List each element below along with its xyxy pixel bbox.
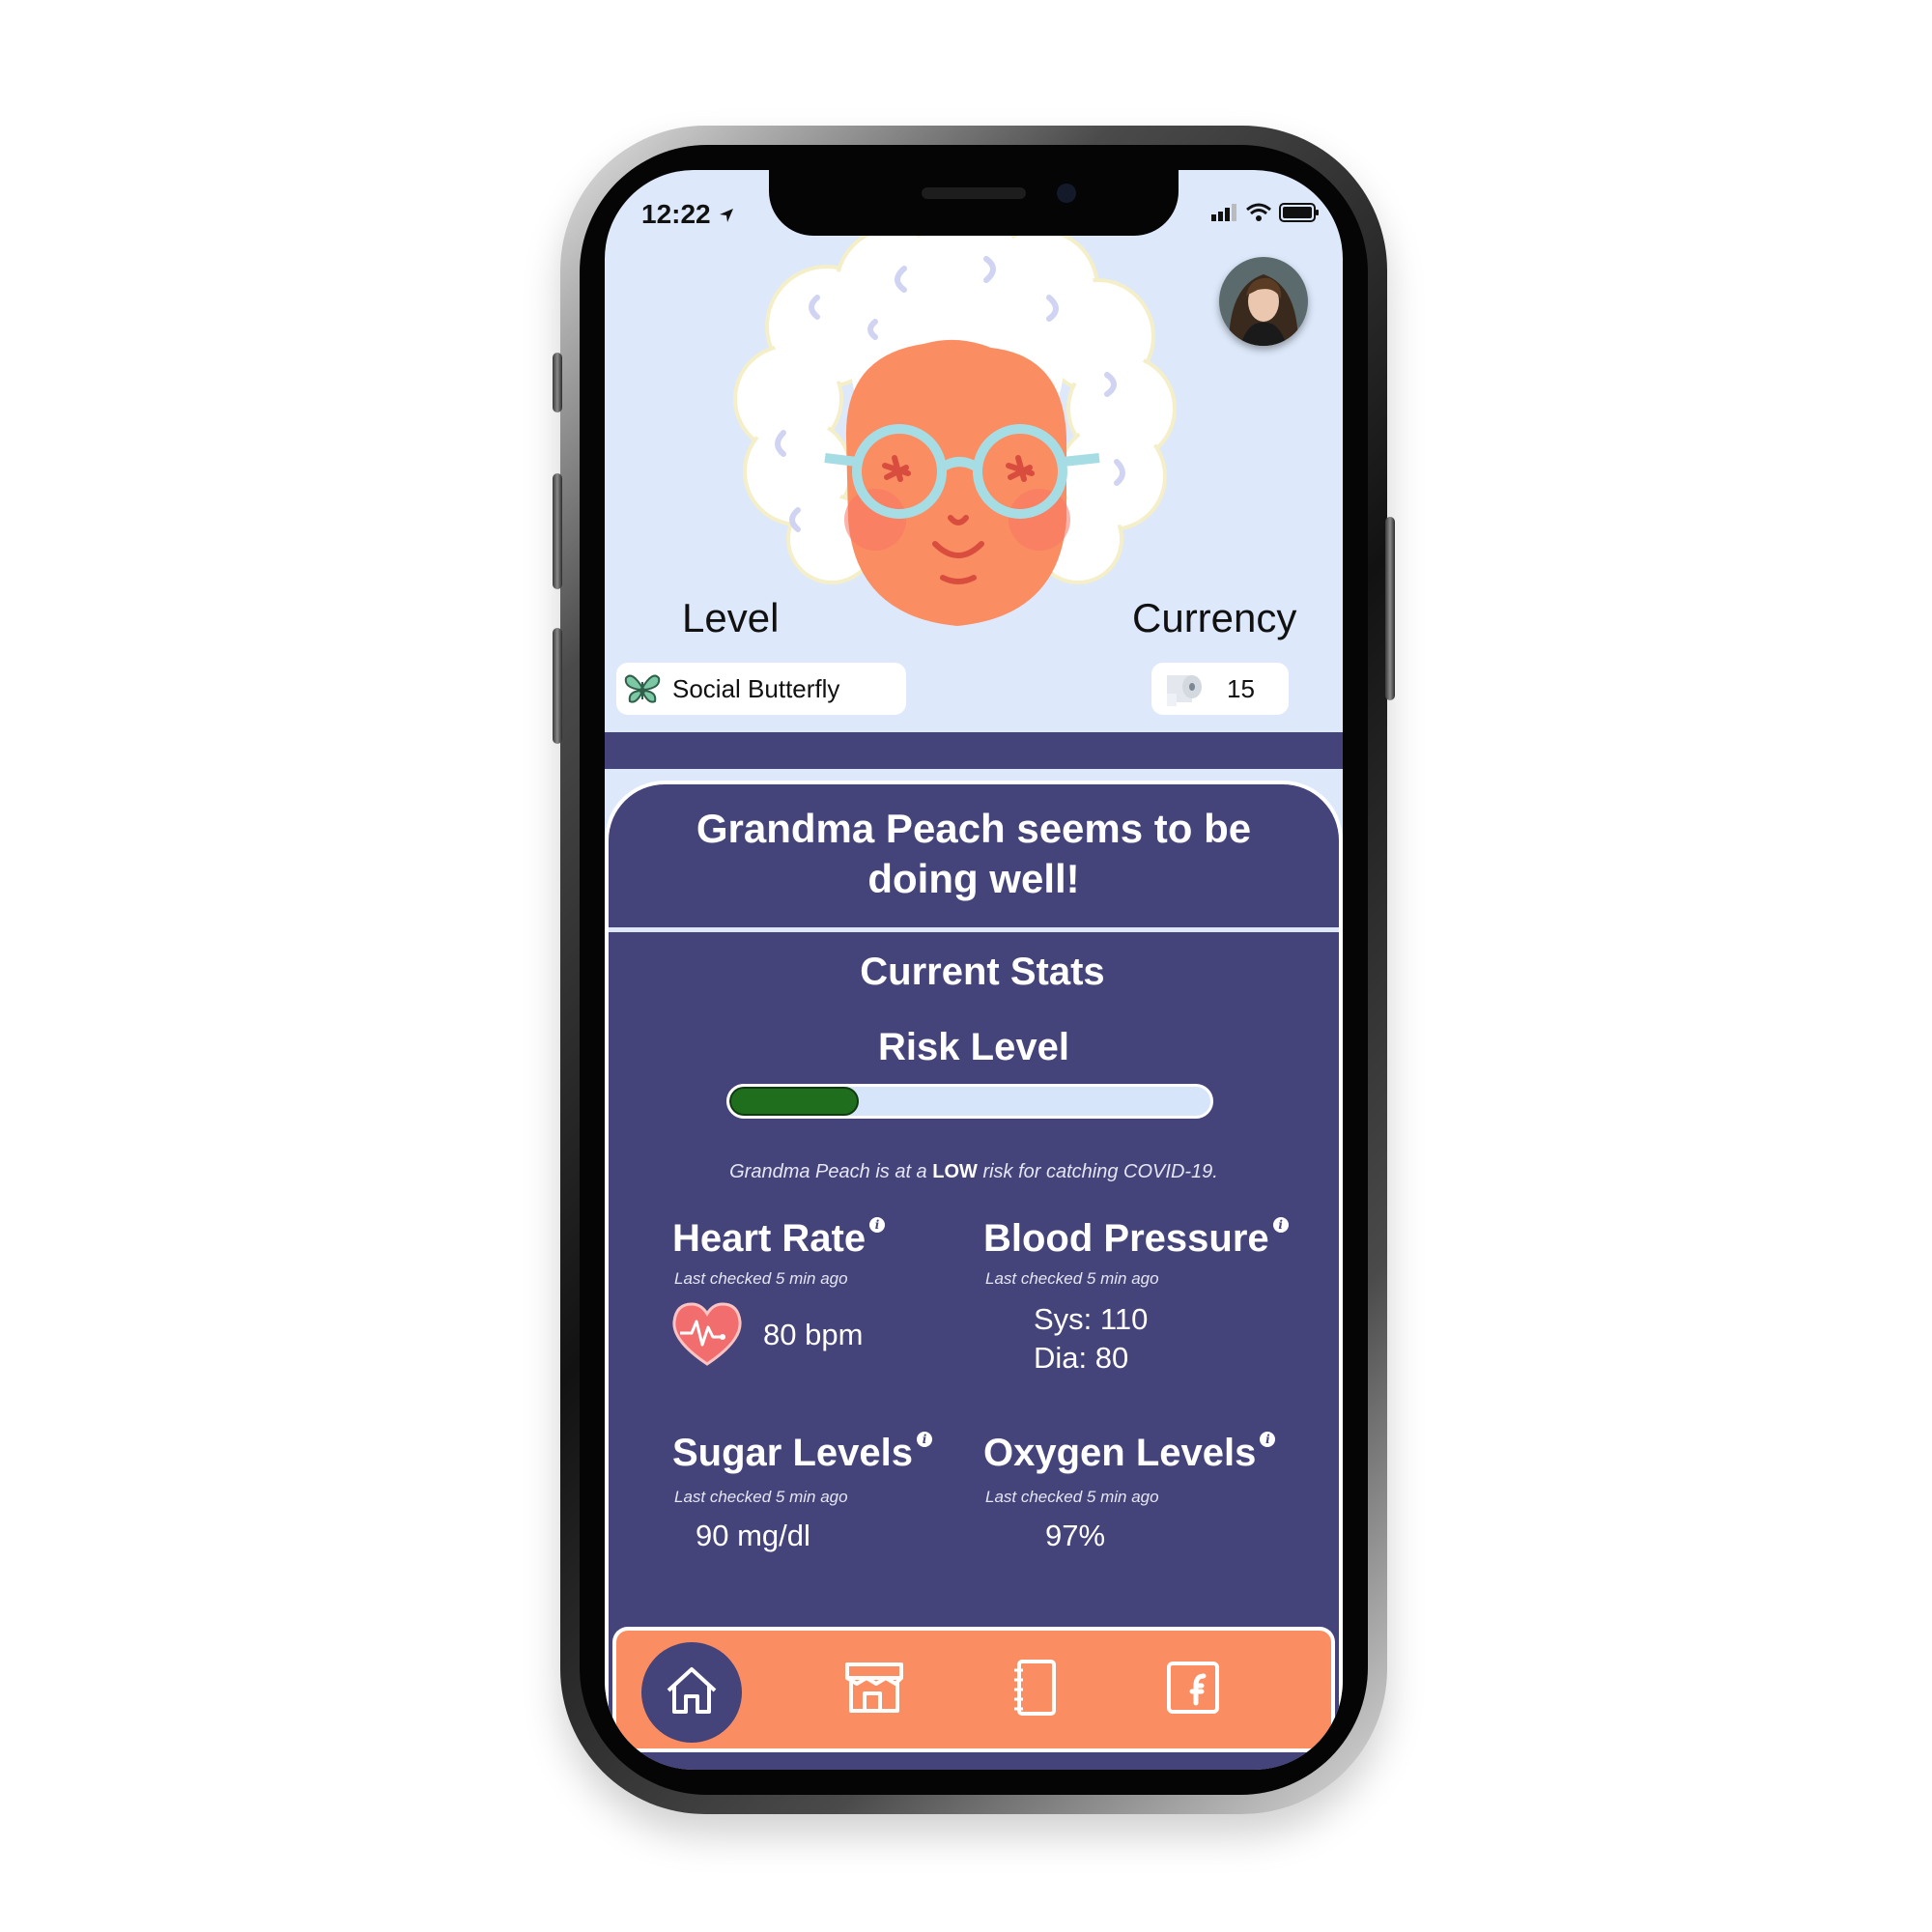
silent-switch	[553, 353, 562, 412]
status-headline: Grandma Peach seems to be doing well!	[609, 804, 1339, 904]
heart-rate-title: Heart Rate i	[672, 1217, 886, 1261]
status-time-text: 12:22	[641, 199, 711, 229]
location-arrow-icon	[718, 199, 735, 229]
level-label: Level	[682, 595, 780, 640]
volume-up-button	[553, 473, 562, 589]
heart-rate-title-text: Heart Rate	[672, 1217, 867, 1260]
signal-icon	[1211, 204, 1238, 226]
headline-line-2: doing well!	[867, 856, 1080, 901]
currency-value: 15	[1227, 673, 1255, 703]
blood-pressure-last-checked: Last checked 5 min ago	[985, 1269, 1159, 1288]
toilet-paper-icon	[1163, 670, 1204, 707]
volume-down-button	[553, 628, 562, 744]
status-indicators	[1211, 203, 1320, 227]
facebook-icon	[1166, 1661, 1220, 1719]
sugar-levels-last-checked: Last checked 5 min ago	[674, 1488, 848, 1506]
currency-label: Currency	[1132, 595, 1297, 640]
risk-text-before: Grandma Peach is at a	[729, 1161, 933, 1182]
blood-pressure-dia: Dia: 80	[1034, 1341, 1129, 1375]
power-button	[1385, 517, 1395, 700]
app-screen: 12:22 Level Currency Social Butterfly 15…	[605, 170, 1343, 1770]
nav-store-button[interactable]	[840, 1656, 908, 1723]
sugar-levels-title: Sugar Levels i	[672, 1432, 933, 1475]
heart-rate-last-checked: Last checked 5 min ago	[674, 1269, 848, 1288]
oxygen-levels-title: Oxygen Levels i	[983, 1432, 1276, 1475]
butterfly-icon	[624, 672, 661, 705]
level-name: Social Butterfly	[672, 673, 840, 703]
risk-level-fill	[729, 1087, 860, 1116]
nav-home-button[interactable]	[641, 1642, 742, 1743]
risk-level-bar	[726, 1084, 1213, 1119]
oxygen-levels-value: 97%	[1045, 1519, 1106, 1552]
nav-bottom-band	[605, 1752, 1343, 1770]
blood-pressure-sys: Sys: 110	[1034, 1302, 1149, 1336]
risk-text-after: risk for catching COVID-19.	[977, 1161, 1218, 1182]
speaker-grille	[922, 187, 1026, 199]
blood-pressure-title: Blood Pressure i	[983, 1217, 1289, 1261]
nav-facebook-button[interactable]	[1159, 1656, 1227, 1723]
user-avatar[interactable]	[1219, 257, 1308, 346]
notch	[769, 170, 1179, 236]
risk-level-title: Risk Level	[878, 1026, 1069, 1068]
store-icon	[843, 1661, 905, 1719]
risk-description: Grandma Peach is at a LOW risk for catch…	[609, 1161, 1339, 1183]
heart-rate-value: 80 bpm	[763, 1318, 864, 1351]
nav-notebook-button[interactable]	[1001, 1656, 1068, 1723]
battery-icon	[1279, 203, 1320, 227]
sugar-levels-title-text: Sugar Levels	[672, 1432, 914, 1474]
heart-pulse-icon	[670, 1302, 744, 1371]
currency-badge[interactable]: 15	[1151, 663, 1289, 715]
oxygen-levels-title-text: Oxygen Levels	[983, 1432, 1257, 1474]
header-band	[605, 732, 1343, 769]
blood-pressure-title-text: Blood Pressure	[983, 1217, 1269, 1260]
oxygen-levels-last-checked: Last checked 5 min ago	[985, 1488, 1159, 1506]
oxygen-levels-info-icon[interactable]: i	[1260, 1432, 1276, 1447]
headline-line-1: Grandma Peach seems to be	[696, 806, 1252, 851]
headline-divider	[609, 927, 1339, 932]
notebook-icon	[1011, 1659, 1058, 1721]
level-badge[interactable]: Social Butterfly	[616, 663, 906, 715]
sugar-levels-value: 90 mg/dl	[696, 1519, 810, 1552]
stats-panel: Grandma Peach seems to be doing well! Cu…	[609, 784, 1339, 1770]
current-stats-title: Current Stats	[860, 951, 1105, 993]
grandma-peach-illustration	[733, 230, 1177, 626]
heart-rate-info-icon[interactable]: i	[869, 1217, 886, 1233]
home-icon	[665, 1665, 719, 1720]
blood-pressure-info-icon[interactable]: i	[1272, 1217, 1289, 1233]
sugar-levels-info-icon[interactable]: i	[917, 1432, 933, 1447]
wifi-icon	[1246, 203, 1271, 227]
risk-text-level: LOW	[932, 1161, 978, 1182]
bottom-nav	[616, 1631, 1331, 1748]
front-camera	[1057, 184, 1076, 203]
status-time: 12:22	[641, 199, 735, 230]
